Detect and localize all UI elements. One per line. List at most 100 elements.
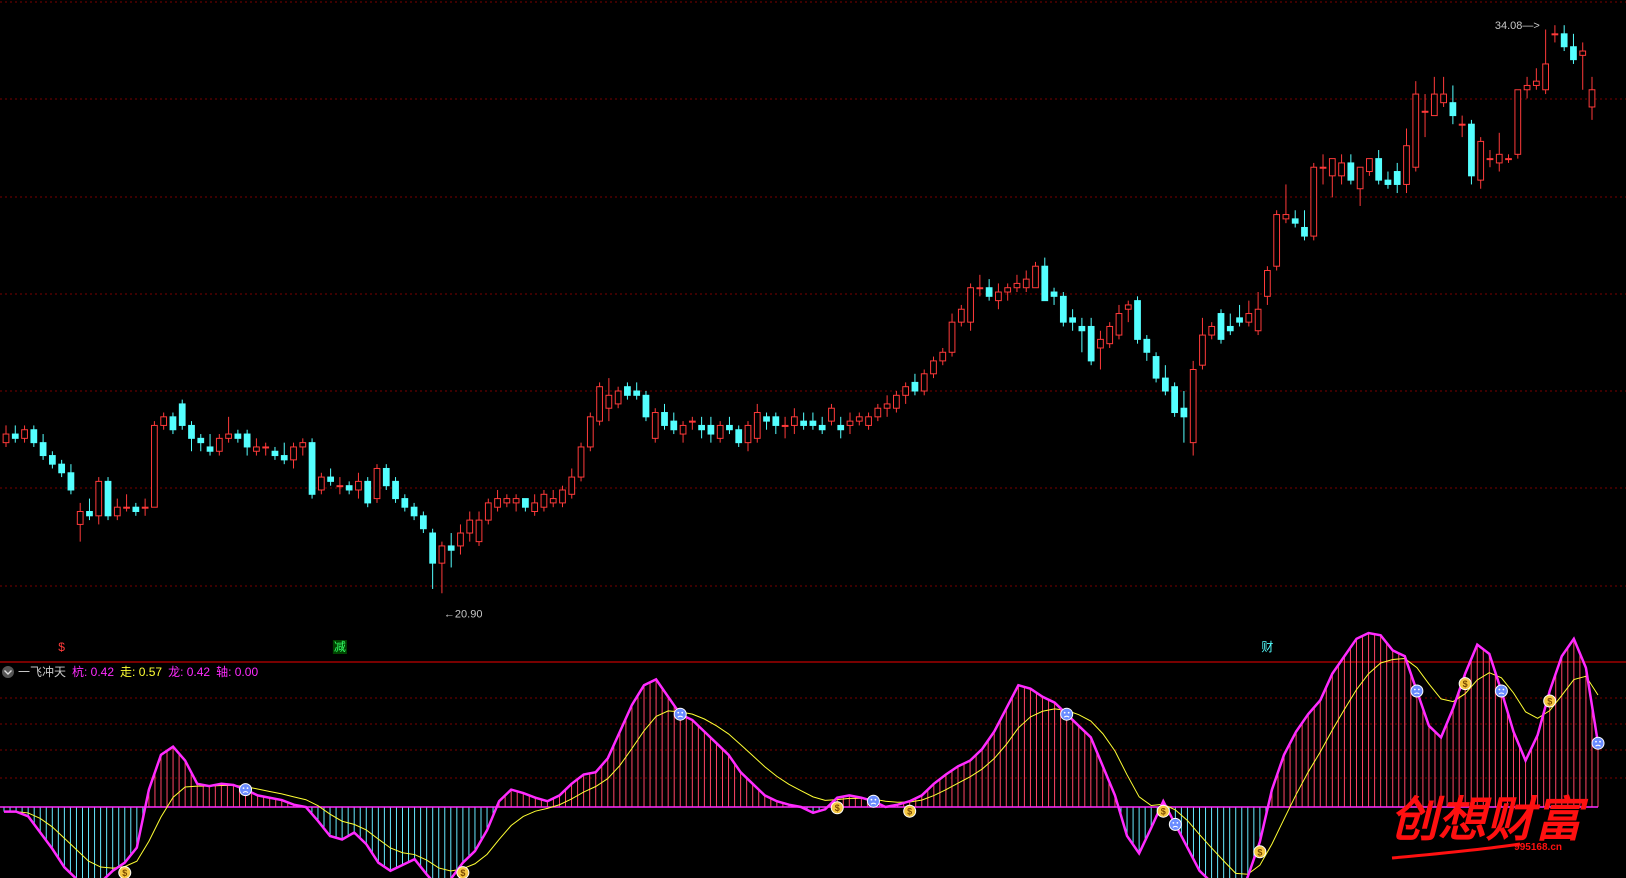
candle <box>1245 300 1253 327</box>
candle-body <box>1050 291 1058 297</box>
candle <box>123 494 130 512</box>
candle <box>1264 266 1271 305</box>
candle <box>855 412 863 426</box>
candle <box>1477 137 1485 189</box>
candle-body <box>939 351 947 362</box>
candle-body <box>1366 158 1373 173</box>
candle-body <box>178 403 186 426</box>
candle-body <box>141 506 149 509</box>
candle <box>1393 162 1401 194</box>
candle <box>763 412 770 430</box>
candle <box>1458 115 1466 138</box>
svg-text:$: $ <box>907 807 912 817</box>
money-bag-icon: $ <box>1156 804 1170 818</box>
candle <box>1291 210 1299 228</box>
candle-body <box>1347 162 1355 181</box>
collapse-icon[interactable] <box>2 666 14 678</box>
candle <box>586 412 594 452</box>
candle <box>559 485 566 508</box>
candle <box>67 464 75 495</box>
candle <box>327 468 334 486</box>
signal-marker: $ <box>58 640 65 654</box>
candle-body <box>1208 325 1216 336</box>
candle-body <box>475 519 483 543</box>
candle <box>726 416 733 435</box>
candle-body <box>512 498 520 504</box>
candle <box>141 498 149 516</box>
indicator-gridlines <box>0 697 1626 779</box>
candle <box>633 382 641 400</box>
candle <box>438 541 446 594</box>
candle-body <box>744 424 752 444</box>
candle-body <box>1430 93 1438 117</box>
candle-body <box>392 480 399 500</box>
candle <box>280 442 288 465</box>
candle <box>1412 81 1420 172</box>
candle-body <box>466 519 474 534</box>
candle-body <box>1106 325 1114 345</box>
candle <box>1004 283 1012 301</box>
candle-body <box>132 506 140 513</box>
candle <box>1032 261 1039 289</box>
candle <box>670 412 678 435</box>
candle <box>308 438 316 499</box>
candle-body <box>1514 89 1522 155</box>
candle-body <box>1338 162 1345 177</box>
candle-body <box>1356 166 1364 190</box>
candle <box>985 279 993 301</box>
candle-body <box>920 373 928 392</box>
candle-body <box>290 446 297 461</box>
candle <box>48 451 56 469</box>
candle-body <box>651 412 659 439</box>
candle-body <box>1393 171 1401 185</box>
candle-body <box>382 467 390 487</box>
candle <box>262 442 270 456</box>
candle <box>688 416 696 430</box>
candle <box>596 382 603 426</box>
money-bag-icon: $ <box>118 866 132 878</box>
candle-body <box>605 394 613 409</box>
candle <box>883 395 891 417</box>
candle-body <box>540 493 548 508</box>
candle-body <box>735 429 743 444</box>
candle <box>1449 85 1457 125</box>
candle <box>902 382 910 404</box>
candle <box>1310 162 1318 241</box>
candle-body <box>299 442 307 448</box>
candle <box>1208 322 1216 340</box>
candle <box>1217 309 1225 344</box>
candle <box>58 459 66 478</box>
candle-body <box>883 403 891 409</box>
candle-body <box>763 416 770 422</box>
candle <box>790 408 798 435</box>
candle <box>800 412 808 430</box>
candle <box>568 468 576 499</box>
candle-body <box>1134 300 1141 340</box>
candle-body <box>1041 265 1049 302</box>
candle <box>253 438 260 456</box>
candle <box>744 421 752 452</box>
candle <box>614 386 622 409</box>
candle <box>679 421 687 443</box>
candle <box>299 438 307 456</box>
candle <box>104 477 112 521</box>
money-bag-icon: $ <box>1458 677 1472 691</box>
svg-text:$: $ <box>1161 807 1166 817</box>
candle <box>225 416 232 443</box>
candle <box>1347 154 1355 185</box>
candle-body <box>39 442 47 457</box>
indicator-name: 一飞冲天 <box>18 664 66 679</box>
indicator-values: 杭: 0.42 走: 0.57 龙: 0.42 轴: 0.00 <box>72 664 258 679</box>
sell-face-icon <box>1168 817 1182 831</box>
candle <box>957 304 965 327</box>
svg-text:$: $ <box>1257 847 1262 857</box>
candle <box>1440 76 1447 107</box>
candle <box>1403 128 1410 194</box>
candle-body <box>1384 179 1392 185</box>
candle <box>1486 150 1494 168</box>
candle-body <box>48 455 56 465</box>
candle-body <box>1542 63 1550 91</box>
candle <box>531 494 539 516</box>
candle <box>1106 322 1114 348</box>
candle <box>373 464 381 503</box>
